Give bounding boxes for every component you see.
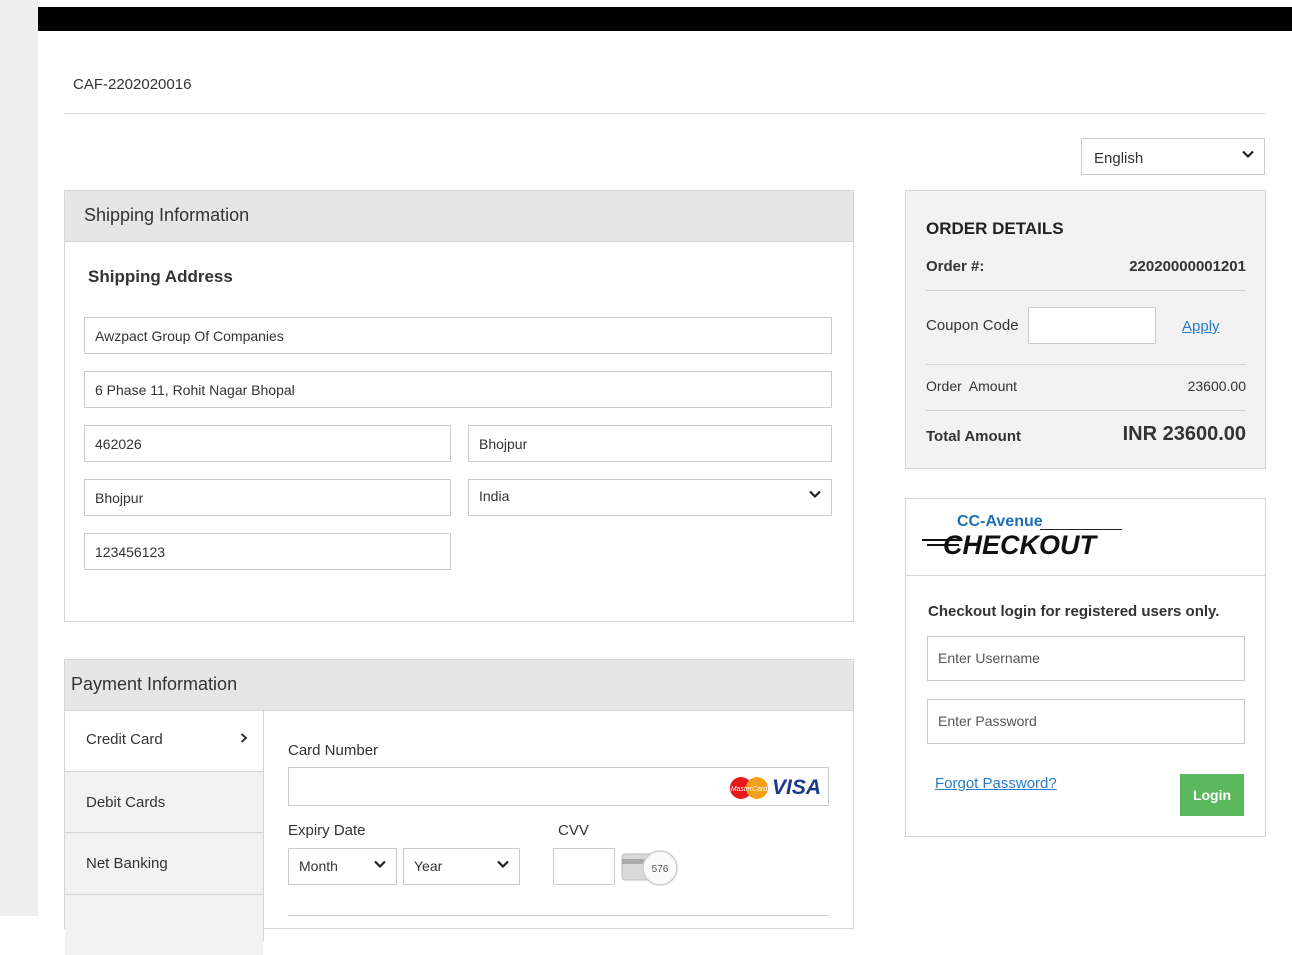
total-amount-label: Total Amount bbox=[926, 428, 1021, 445]
order-number-row: Order #: 22020000001201 bbox=[926, 258, 1246, 275]
expiry-year-select[interactable]: Year bbox=[403, 848, 520, 885]
shipping-header: Shipping Information bbox=[65, 191, 853, 242]
tab-debit-cards-label: Debit Cards bbox=[86, 794, 166, 811]
payment-header: Payment Information bbox=[65, 660, 853, 711]
total-amount-row: Total Amount INR 23600.00 bbox=[926, 423, 1246, 445]
chevron-right-icon bbox=[239, 731, 249, 748]
address-field[interactable]: 6 Phase 11, Rohit Nagar Bhopal bbox=[84, 371, 832, 408]
state-value: Bhojpur bbox=[95, 490, 144, 506]
country-select[interactable]: India bbox=[468, 479, 832, 516]
mastercard-icon: MasterCard bbox=[726, 776, 772, 803]
top-strip bbox=[0, 0, 1292, 7]
username-input[interactable]: Enter Username bbox=[927, 636, 1245, 681]
logo-main-text: CHECKOUT bbox=[943, 530, 1096, 560]
name-value: Awzpact Group Of Companies bbox=[95, 328, 284, 344]
visa-icon: VISA bbox=[771, 776, 821, 799]
cvv-field[interactable] bbox=[553, 848, 615, 885]
chevron-down-icon bbox=[497, 857, 509, 873]
order-details-title: ORDER DETAILS bbox=[926, 219, 1064, 238]
order-number-label: Order #: bbox=[926, 258, 985, 275]
tab-net-banking[interactable]: Net Banking bbox=[65, 833, 263, 895]
order-amount-value: 23600.00 bbox=[1187, 378, 1246, 394]
svg-text:MasterCard: MasterCard bbox=[731, 786, 769, 793]
language-select[interactable]: English bbox=[1081, 138, 1265, 175]
cvv-card-icon: 576 bbox=[620, 848, 684, 893]
divider bbox=[64, 113, 1266, 114]
zip-value: 462026 bbox=[95, 436, 142, 452]
tab-debit-cards[interactable]: Debit Cards bbox=[65, 771, 263, 833]
payment-header-label: Payment Information bbox=[71, 674, 238, 694]
login-button[interactable]: Login bbox=[1180, 774, 1244, 816]
tab-net-banking-label: Net Banking bbox=[86, 855, 168, 872]
expiry-month-select[interactable]: Month bbox=[288, 848, 397, 885]
coupon-label: Coupon Code bbox=[926, 317, 1019, 334]
svg-text:576: 576 bbox=[652, 864, 669, 875]
zip-field[interactable]: 462026 bbox=[84, 425, 451, 462]
city-value: Bhojpur bbox=[479, 436, 528, 452]
order-details-panel: ORDER DETAILS Order #: 22020000001201 Co… bbox=[905, 190, 1266, 469]
ccavenue-checkout-logo: CC-Avenue CHECKOUT bbox=[922, 513, 1132, 565]
apply-coupon-link[interactable]: Apply bbox=[1182, 318, 1220, 335]
expiry-month-value: Month bbox=[299, 858, 338, 874]
cvv-label: CVV bbox=[558, 822, 589, 839]
country-value: India bbox=[479, 488, 510, 504]
tab-credit-card-label: Credit Card bbox=[86, 731, 163, 748]
divider bbox=[926, 410, 1246, 411]
forgot-password-link[interactable]: Forgot Password? bbox=[935, 775, 1057, 792]
city-field[interactable]: Bhojpur bbox=[468, 425, 832, 462]
order-amount-label: Order Amount bbox=[926, 378, 1018, 394]
logo-top-text: CC-Avenue bbox=[957, 513, 1043, 530]
checkout-note: Checkout login for registered users only… bbox=[928, 603, 1220, 620]
left-rail bbox=[0, 0, 38, 916]
phone-field[interactable]: 123456123 bbox=[84, 533, 451, 570]
username-placeholder: Enter Username bbox=[938, 650, 1040, 666]
expiry-year-value: Year bbox=[414, 858, 443, 874]
tab-more[interactable] bbox=[65, 895, 263, 955]
order-number-value: 22020000001201 bbox=[1129, 258, 1246, 275]
payment-panel: Payment Information Credit Card Debit Ca… bbox=[64, 659, 854, 955]
checkout-login-panel: CC-Avenue CHECKOUT Checkout login for re… bbox=[905, 498, 1266, 837]
card-number-label: Card Number bbox=[288, 742, 379, 759]
payment-tabs: Credit Card Debit Cards Net Banking bbox=[65, 711, 264, 955]
name-field[interactable]: Awzpact Group Of Companies bbox=[84, 317, 832, 354]
phone-value: 123456123 bbox=[95, 544, 166, 560]
password-placeholder: Enter Password bbox=[938, 713, 1037, 729]
divider bbox=[926, 290, 1246, 291]
divider bbox=[926, 364, 1246, 365]
language-selected: English bbox=[1094, 150, 1144, 167]
order-amount-row: Order Amount 23600.00 bbox=[926, 378, 1246, 394]
divider bbox=[906, 575, 1265, 576]
total-amount-value: INR 23600.00 bbox=[1122, 423, 1246, 445]
merchant-reference: CAF-2202020016 bbox=[73, 76, 192, 93]
top-bar bbox=[38, 7, 1292, 31]
shipping-panel: Shipping Information Shipping Address Aw… bbox=[64, 190, 854, 622]
tab-credit-card[interactable]: Credit Card bbox=[65, 711, 263, 773]
address-value: 6 Phase 11, Rohit Nagar Bhopal bbox=[95, 382, 295, 398]
state-field[interactable]: Bhojpur bbox=[84, 479, 451, 516]
coupon-input[interactable] bbox=[1028, 307, 1156, 344]
chevron-down-icon bbox=[374, 857, 386, 873]
chevron-down-icon bbox=[809, 487, 821, 503]
shipping-address-title: Shipping Address bbox=[88, 267, 233, 286]
card-number-field[interactable]: MasterCard VISA bbox=[288, 767, 829, 806]
expiry-label: Expiry Date bbox=[288, 822, 366, 839]
chevron-down-icon bbox=[1242, 147, 1254, 163]
password-input[interactable]: Enter Password bbox=[927, 699, 1245, 744]
